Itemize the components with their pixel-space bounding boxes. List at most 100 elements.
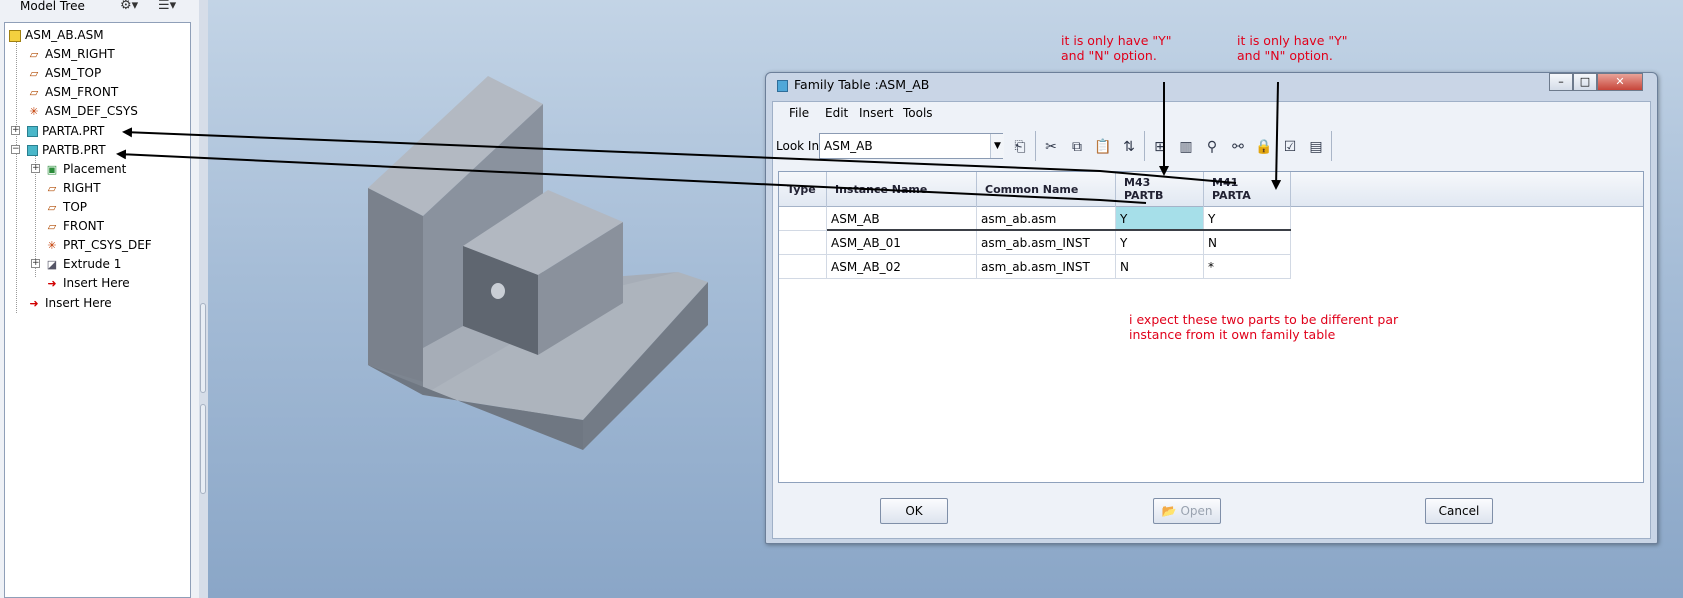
cell-m43[interactable]: Y [1116, 207, 1204, 231]
minimize-icon[interactable]: – [1549, 73, 1573, 91]
model-tree-panel: Model Tree ⚙▾ ☰▾ ASM_AB.ASM ▱ ASM_RIGHT ▱… [0, 0, 208, 598]
tree-item-top[interactable]: ▱ TOP [45, 197, 87, 217]
tree-item-insert-here-asm[interactable]: ➜ Insert Here [27, 293, 111, 313]
datum-plane-icon: ▱ [47, 200, 57, 214]
maximize-icon[interactable]: □ [1573, 73, 1597, 91]
close-icon[interactable]: ✕ [1597, 73, 1643, 91]
chevron-down-icon[interactable]: ▼ [990, 134, 1004, 158]
cell-instance-name[interactable]: ASM_AB_02 [827, 255, 977, 279]
sort-icon[interactable]: ⇅ [1118, 136, 1140, 158]
cancel-button[interactable]: Cancel [1425, 498, 1493, 524]
annotation-note-m43: it is only have "Y" and "N" option. [1061, 33, 1172, 63]
cell-m43[interactable]: N [1116, 255, 1204, 279]
tree-item-label: ASM_RIGHT [45, 47, 115, 61]
cell-common-name[interactable]: asm_ab.asm [977, 207, 1116, 231]
open-button[interactable]: 📂 Open [1153, 498, 1221, 524]
tree-item-right[interactable]: ▱ RIGHT [45, 178, 101, 198]
tree-item-asm-front[interactable]: ▱ ASM_FRONT [27, 82, 118, 102]
cell-type[interactable] [779, 231, 827, 255]
tree-item-prt-csys-def[interactable]: ✳ PRT_CSYS_DEF [45, 235, 151, 255]
column-header-label: Instance Name [835, 183, 928, 196]
tree-item-front[interactable]: ▱ FRONT [45, 216, 104, 236]
open-folder-icon: 📂 [1161, 504, 1177, 518]
cell-type[interactable] [779, 207, 827, 231]
expand-icon[interactable]: + [31, 164, 40, 173]
toolbar-separator [1144, 131, 1145, 161]
part-icon [27, 126, 38, 137]
placement-icon: ▣ [46, 162, 58, 176]
tree-columns-icon[interactable]: ☰▾ [158, 0, 188, 14]
tree-item-asm-right[interactable]: ▱ ASM_RIGHT [27, 44, 115, 64]
cell-instance-name[interactable]: ASM_AB [827, 207, 977, 231]
tree-filter-icon[interactable]: ⚙▾ [120, 0, 150, 14]
cell-m41[interactable]: Y [1204, 207, 1291, 231]
tree-item-partb[interactable]: − PARTB.PRT [11, 140, 161, 160]
go-parent-icon[interactable]: ⎗ [1009, 136, 1031, 158]
add-instance-icon[interactable]: ⊞ [1149, 136, 1171, 158]
annotation-note-expectation: i expect these two parts to be different… [1129, 312, 1399, 342]
dialog-title: Family Table :ASM_AB [794, 77, 930, 92]
column-header-m41[interactable]: M41 PARTA [1204, 172, 1291, 207]
tree-item-placement[interactable]: + ▣ Placement [31, 159, 181, 179]
insert-here-icon: ➜ [29, 296, 39, 310]
look-in-select[interactable]: ASM_AB [819, 133, 1003, 159]
verify-icon[interactable]: ☑ [1279, 136, 1301, 158]
add-column-icon[interactable]: ▥ [1175, 136, 1197, 158]
dialog-titlebar[interactable]: Family Table :ASM_AB – □ ✕ [766, 73, 1657, 99]
splitter-grip[interactable] [200, 404, 206, 494]
tree-item-label: Placement [63, 162, 127, 176]
menu-insert[interactable]: Insert [859, 106, 893, 120]
model-face [368, 188, 423, 395]
datum-plane-icon: ▱ [47, 219, 57, 233]
tree-item-extrude-1[interactable]: + ◪ Extrude 1 [31, 254, 181, 274]
splitter-grip[interactable] [200, 303, 206, 393]
tree-item-label: ASM_TOP [45, 66, 102, 80]
cell-m41[interactable]: * [1204, 255, 1291, 279]
cell-type[interactable] [779, 255, 827, 279]
tree-item-label: ASM_AB.ASM [25, 28, 104, 42]
cell-m41[interactable]: N [1204, 231, 1291, 255]
tree-item-asm-top[interactable]: ▱ ASM_TOP [27, 63, 101, 83]
column-header-label: PARTA [1212, 189, 1251, 202]
ok-button[interactable]: OK [880, 498, 948, 524]
cut-icon[interactable]: ✂ [1040, 136, 1062, 158]
expand-icon[interactable]: + [31, 259, 40, 268]
preview-icon[interactable]: ⚯ [1227, 136, 1249, 158]
column-header-instance[interactable]: Instance Name [827, 172, 977, 207]
menu-edit[interactable]: Edit [825, 106, 848, 120]
model-hole [491, 283, 505, 299]
paste-icon[interactable]: 📋 [1092, 136, 1114, 158]
menu-file[interactable]: File [789, 106, 809, 120]
model-tree-title: Model Tree [20, 0, 85, 13]
find-icon[interactable]: ⚲ [1201, 136, 1223, 158]
copy-icon[interactable]: ⧉ [1066, 136, 1088, 158]
lock-icon[interactable]: 🔒 [1253, 136, 1275, 158]
insert-here-icon: ➜ [47, 276, 57, 290]
toolbar-separator [1331, 131, 1332, 161]
tree-item-label: ASM_DEF_CSYS [45, 104, 138, 118]
column-header-label: PARTB [1124, 189, 1164, 202]
model-tree-header: Model Tree ⚙▾ ☰▾ [0, 0, 195, 16]
tree-item-asm-ab[interactable]: ASM_AB.ASM [9, 25, 104, 45]
cell-common-name[interactable]: asm_ab.asm_INST [977, 231, 1116, 255]
cell-m43[interactable]: Y [1116, 231, 1204, 255]
tree-item-parta[interactable]: + PARTA.PRT [11, 121, 161, 141]
collapse-icon[interactable]: − [11, 145, 20, 154]
datum-plane-icon: ▱ [29, 85, 39, 99]
datum-plane-icon: ▱ [29, 47, 39, 61]
column-header-common[interactable]: Common Name [977, 172, 1116, 207]
menu-tools[interactable]: Tools [903, 106, 933, 120]
csys-icon: ✳ [47, 238, 57, 252]
panel-splitter[interactable] [199, 0, 208, 598]
expand-icon[interactable]: + [11, 126, 20, 135]
cell-common-name[interactable]: asm_ab.asm_INST [977, 255, 1116, 279]
tree-item-label: ASM_FRONT [45, 85, 119, 99]
menu-bar: File Edit Insert Tools [773, 102, 1650, 124]
tree-item-asm-def-csys[interactable]: ✳ ASM_DEF_CSYS [27, 101, 138, 121]
column-header-type[interactable]: Type [779, 172, 827, 207]
edit-table-icon[interactable]: ▤ [1305, 136, 1327, 158]
column-header-m43[interactable]: M43 PARTB [1116, 172, 1204, 207]
cell-instance-name[interactable]: ASM_AB_01 [827, 231, 977, 255]
tree-item-insert-here-part[interactable]: ➜ Insert Here [45, 273, 129, 293]
datum-plane-icon: ▱ [47, 181, 57, 195]
